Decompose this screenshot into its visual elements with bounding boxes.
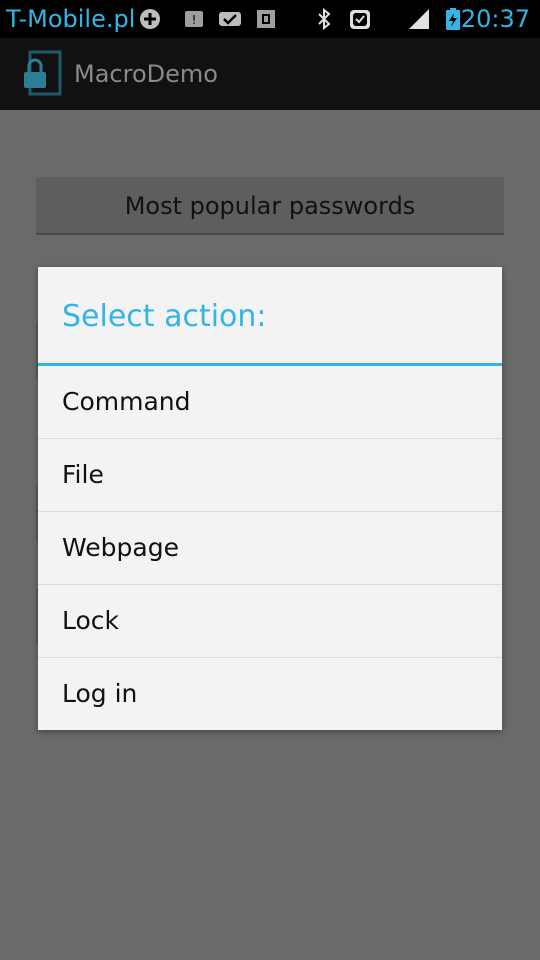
lock-icon[interactable] (20, 50, 64, 98)
action-bar: MacroDemo (0, 38, 540, 112)
screen: T-Mobile.pl ! 20:37 MacroDemo Most popul… (0, 0, 540, 960)
action-item-label: Command (62, 387, 191, 416)
dialog-title: Select action: (62, 299, 267, 334)
notification-icon: ! (185, 11, 203, 27)
action-item-log-in[interactable]: Log in (38, 658, 502, 730)
select-action-dialog: Select action: Command File Webpage Lock… (38, 267, 502, 730)
action-item-label: File (62, 460, 104, 489)
action-item-label: Webpage (62, 533, 179, 562)
action-item-command[interactable]: Command (38, 366, 502, 439)
action-item-webpage[interactable]: Webpage (38, 512, 502, 585)
action-item-label: Log in (62, 679, 138, 708)
carrier-name: T-Mobile.pl (6, 5, 136, 33)
action-item-label: Lock (62, 606, 120, 635)
signal-icon (409, 9, 429, 29)
app-title: MacroDemo (74, 60, 218, 88)
action-item-lock[interactable]: Lock (38, 585, 502, 658)
action-item-file[interactable]: File (38, 439, 502, 512)
status-time: 20:37 (460, 5, 530, 33)
dialog-action-list: Command File Webpage Lock Log in (38, 366, 502, 730)
alarm-clock-icon (350, 10, 370, 29)
status-bar: T-Mobile.pl ! 20:37 (0, 0, 540, 38)
most-popular-passwords-button[interactable]: Most popular passwords (36, 177, 504, 235)
package-icon (257, 10, 275, 28)
mail-check-icon (219, 12, 241, 26)
svg-text:!: ! (192, 13, 197, 27)
add-circle-icon (140, 9, 160, 29)
bluetooth-icon (318, 7, 331, 31)
